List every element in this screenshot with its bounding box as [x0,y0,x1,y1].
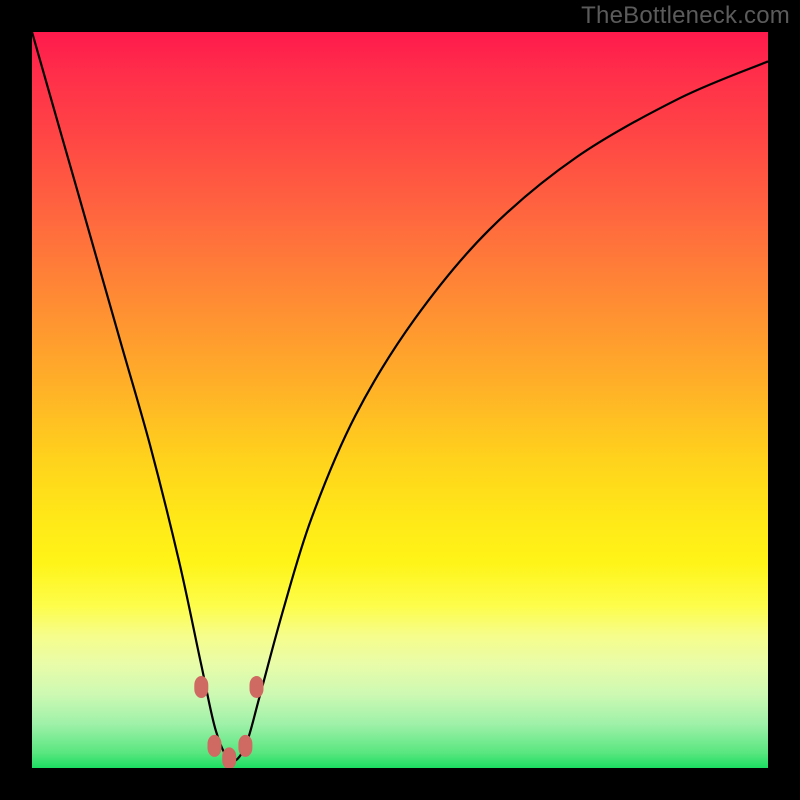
highlight-bead [250,676,264,698]
curve-layer [32,32,768,768]
highlight-bead [194,676,208,698]
highlight-bead [222,747,236,768]
highlight-bead [208,735,222,757]
watermark-text: TheBottleneck.com [581,2,790,30]
plot-area [32,32,768,768]
chart-frame: TheBottleneck.com [0,0,800,800]
highlight-bead [238,735,252,757]
bottleneck-curve [32,32,768,761]
